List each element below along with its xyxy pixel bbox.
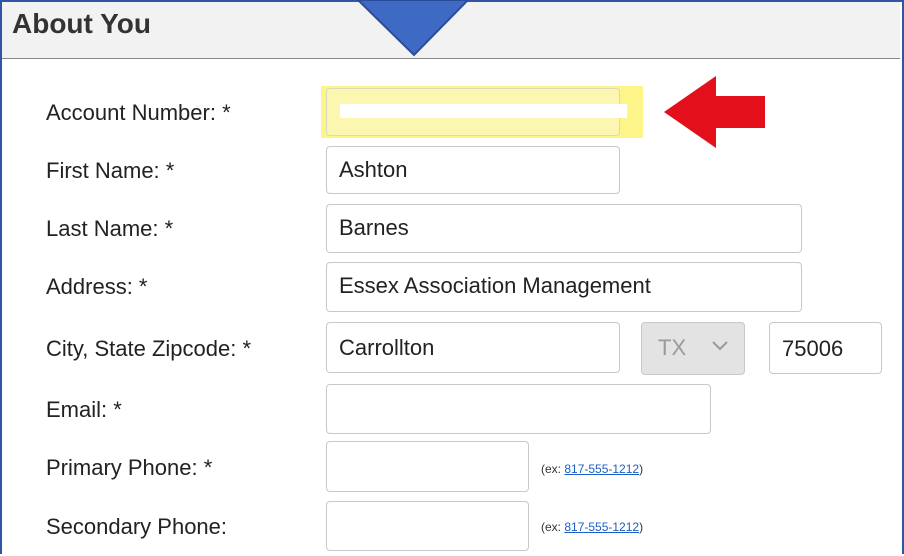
section-title: About You — [12, 8, 151, 39]
state-select-value: TX — [658, 335, 687, 360]
state-select[interactable]: TX — [641, 322, 745, 375]
city-input[interactable]: Carrollton — [326, 322, 620, 373]
address-label: Address: * — [46, 274, 148, 299]
primary-phone-hint-suffix: ) — [639, 462, 644, 476]
email-input[interactable] — [326, 384, 711, 434]
account-number-redaction — [340, 104, 627, 118]
secondary-phone-hint-suffix: ) — [639, 520, 644, 534]
primary-phone-input[interactable] — [326, 441, 529, 492]
last-name-label: Last Name: * — [46, 216, 174, 241]
down-triangle-icon — [356, 0, 470, 57]
secondary-phone-example-link[interactable]: 817-555-1212 — [564, 520, 639, 534]
secondary-phone-label: Secondary Phone: — [46, 514, 228, 539]
first-name-input[interactable]: Ashton — [326, 146, 620, 194]
zipcode-input[interactable]: 75006 — [769, 322, 882, 374]
red-left-arrow-icon — [664, 76, 765, 148]
city-state-zip-label: City, State Zipcode: * — [46, 336, 252, 361]
primary-phone-example-link[interactable]: 817-555-1212 — [564, 462, 639, 476]
first-name-label: First Name: * — [46, 158, 175, 183]
account-number-label: Account Number: * — [46, 100, 231, 125]
primary-phone-label: Primary Phone: * — [46, 455, 213, 480]
email-label: Email: * — [46, 397, 122, 422]
primary-phone-hint: (ex: 817-555-1212) — [541, 462, 643, 476]
secondary-phone-hint: (ex: 817-555-1212) — [541, 520, 643, 534]
primary-phone-hint-prefix: (ex: — [541, 462, 565, 476]
secondary-phone-input[interactable] — [326, 501, 529, 551]
secondary-phone-hint-prefix: (ex: — [541, 520, 565, 534]
last-name-input[interactable]: Barnes — [326, 204, 802, 253]
address-input[interactable]: Essex Association Management — [326, 262, 802, 312]
chevron-down-icon — [712, 341, 728, 351]
